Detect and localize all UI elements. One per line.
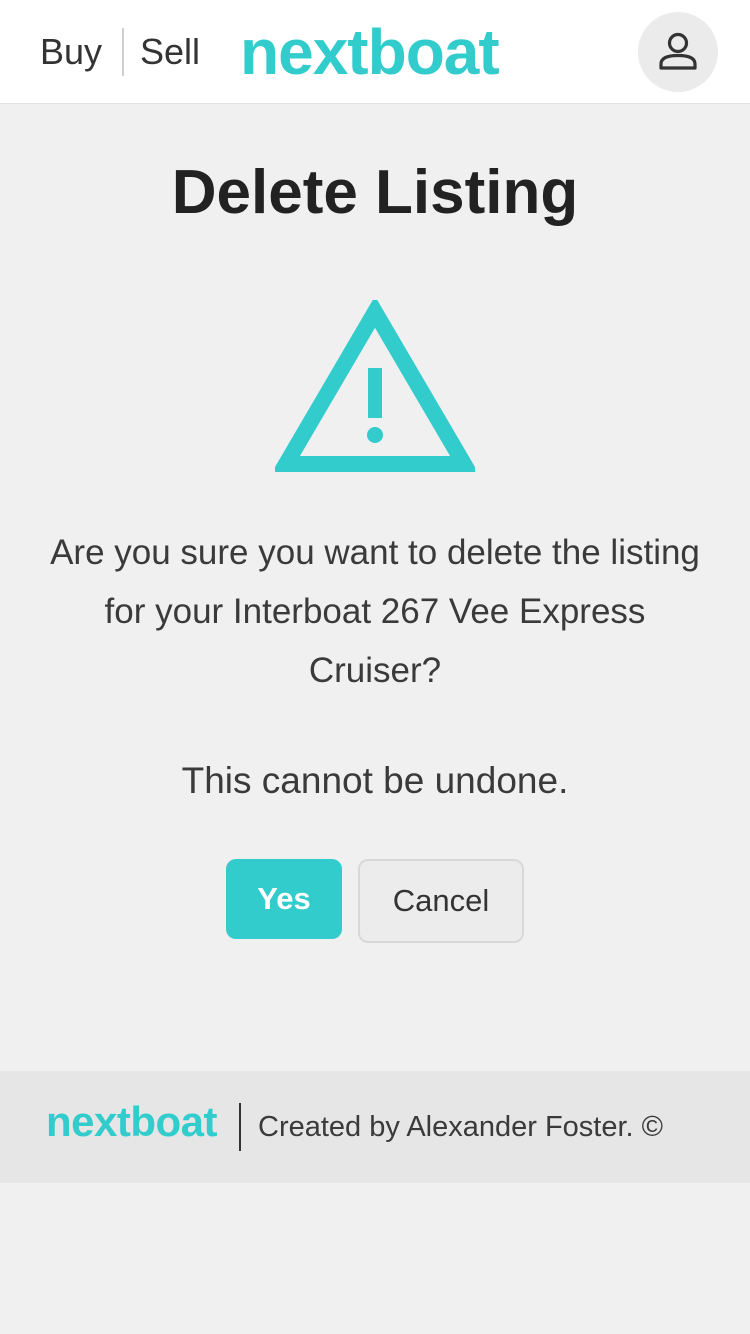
nav-divider bbox=[122, 28, 124, 76]
footer-divider bbox=[239, 1103, 241, 1151]
confirmation-message: Are you sure you want to delete the list… bbox=[50, 533, 700, 690]
warning-triangle-icon bbox=[275, 300, 475, 472]
cancel-button[interactable]: Cancel bbox=[358, 859, 524, 943]
yes-button[interactable]: Yes bbox=[226, 859, 342, 939]
delete-listing-panel: Delete Listing Are you sure you want to … bbox=[0, 105, 750, 1071]
user-icon bbox=[659, 32, 697, 70]
nav-buy-link[interactable]: Buy bbox=[40, 30, 102, 74]
undo-warning: This cannot be undone. bbox=[181, 760, 569, 801]
page-title: Delete Listing bbox=[171, 158, 579, 227]
nextboat-logo[interactable]: nextboat bbox=[240, 16, 500, 88]
account-button[interactable] bbox=[638, 12, 718, 92]
footer-logo[interactable]: nextboat bbox=[46, 1097, 218, 1147]
footer: nextboat Created by Alexander Foster. © bbox=[0, 1071, 750, 1183]
nav-sell-link[interactable]: Sell bbox=[140, 30, 200, 74]
footer-credit: Created by Alexander Foster. © bbox=[258, 1111, 664, 1143]
top-navbar: Buy Sell nextboat bbox=[0, 0, 750, 104]
